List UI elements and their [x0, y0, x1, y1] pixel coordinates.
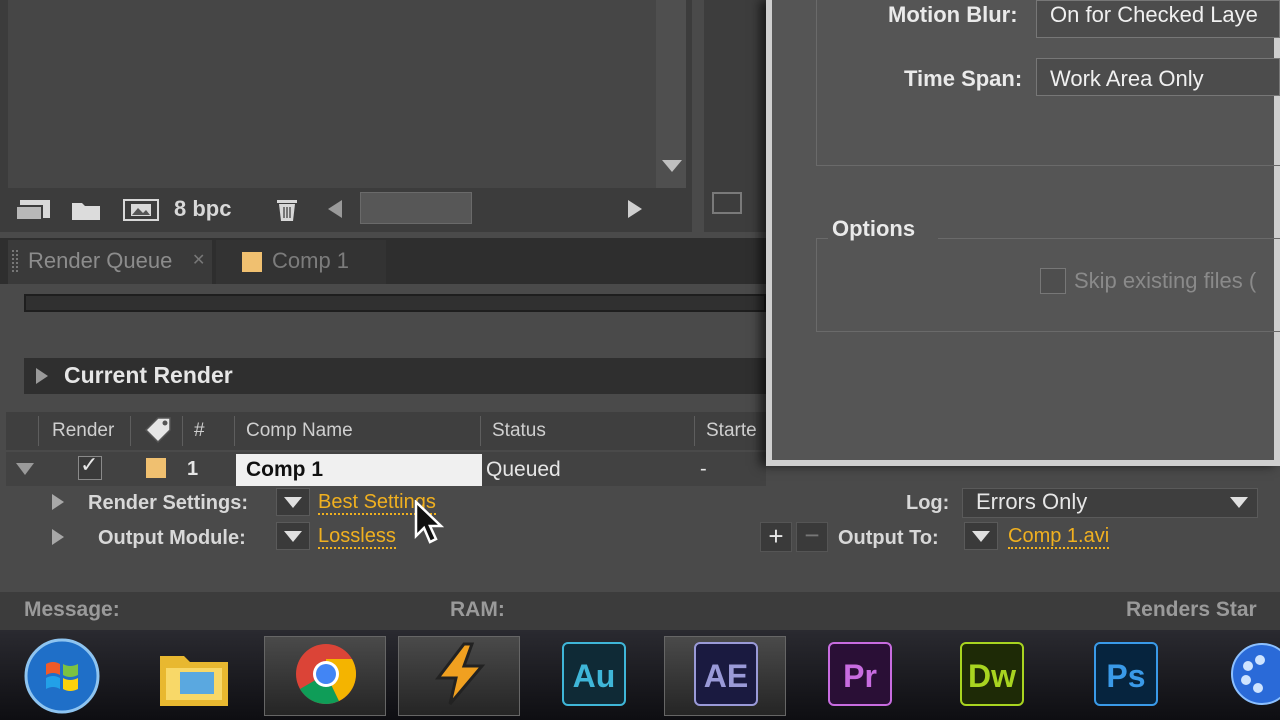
scroll-right-arrow-icon[interactable]	[628, 200, 642, 218]
render-settings-label: Render Settings:	[88, 492, 249, 514]
column-header-started[interactable]: Starte	[706, 420, 757, 442]
column-separator	[182, 416, 183, 446]
color-depth-label[interactable]: 8 bpc	[174, 196, 231, 222]
log-label: Log:	[906, 492, 950, 514]
scroll-left-arrow-icon[interactable]	[328, 200, 342, 218]
output-module-label: Output Module:	[98, 527, 246, 549]
log-dropdown-value[interactable]: Errors Only	[976, 489, 1087, 515]
chevron-down-icon	[972, 531, 990, 542]
comp-name-value[interactable]: Comp 1	[246, 458, 323, 482]
started-value: -	[700, 458, 707, 480]
output-to-link[interactable]: Comp 1.avi	[1008, 525, 1110, 549]
chevron-down-icon	[1230, 497, 1248, 508]
windows-start-orb-icon[interactable]	[20, 636, 104, 716]
column-separator	[694, 416, 695, 446]
media-player-icon[interactable]	[1226, 640, 1280, 710]
add-output-module-button[interactable]: +	[760, 522, 792, 552]
message-label: Message:	[24, 598, 120, 621]
remove-output-module-button[interactable]: −	[796, 522, 828, 552]
project-toolbar	[0, 188, 692, 232]
column-separator	[234, 416, 235, 446]
chevron-down-icon	[284, 497, 302, 508]
tab-comp-1-label[interactable]: Comp 1	[272, 248, 349, 274]
close-icon[interactable]: ✕	[192, 250, 205, 270]
options-group-title: Options	[832, 216, 916, 241]
time-span-label: Time Span:	[904, 66, 1023, 91]
label-tag-icon[interactable]	[142, 414, 176, 444]
output-to-label: Output To:	[838, 527, 939, 549]
motion-blur-label: Motion Blur:	[888, 2, 1018, 27]
expand-triangle-icon[interactable]	[52, 529, 64, 545]
horizontal-scrollbar-thumb[interactable]	[360, 192, 472, 224]
time-span-value[interactable]: Work Area Only	[1050, 66, 1204, 92]
adobe-premiere-icon[interactable]: Pr	[828, 642, 892, 706]
current-render-label: Current Render	[64, 362, 233, 388]
expand-triangle-icon[interactable]	[36, 368, 48, 384]
column-header-number[interactable]: #	[194, 420, 205, 442]
tab-render-queue-label[interactable]: Render Queue	[28, 248, 172, 274]
column-header-status[interactable]: Status	[492, 420, 546, 442]
skip-existing-files-label[interactable]: Skip existing files (	[1074, 268, 1256, 294]
project-items-list[interactable]	[8, 0, 686, 188]
column-separator	[38, 416, 39, 446]
column-header-comp-name[interactable]: Comp Name	[246, 420, 353, 442]
column-separator	[480, 416, 481, 446]
output-module-link[interactable]: Lossless	[318, 525, 396, 549]
chevron-down-icon	[284, 531, 302, 542]
adobe-after-effects-icon[interactable]: AE	[694, 642, 758, 706]
comp-label-color-swatch[interactable]	[146, 458, 166, 478]
row-number: 1	[187, 458, 199, 480]
collapse-triangle-icon[interactable]	[16, 463, 34, 475]
ram-label: RAM:	[450, 598, 505, 621]
new-folder-icon[interactable]	[70, 198, 102, 222]
adobe-audition-icon[interactable]: Au	[562, 642, 626, 706]
new-composition-icon[interactable]	[122, 198, 160, 222]
chrome-icon[interactable]	[292, 640, 360, 708]
panel-grip-icon[interactable]	[12, 250, 18, 272]
trash-icon[interactable]	[274, 198, 300, 222]
column-header-render[interactable]: Render	[52, 420, 114, 442]
checkmark-icon: ✓	[80, 452, 99, 477]
render-progress-bar	[24, 294, 766, 312]
comp-label-color-swatch	[242, 252, 262, 272]
expand-triangle-icon[interactable]	[52, 494, 64, 510]
windows-explorer-folder-icon[interactable]	[156, 644, 232, 710]
render-queue-table-header	[6, 412, 766, 450]
adobe-dreamweaver-icon[interactable]: Dw	[960, 642, 1024, 706]
status-value: Queued	[486, 458, 561, 481]
render-queue-status-bar	[0, 592, 1280, 630]
winamp-lightning-icon[interactable]	[426, 640, 494, 708]
skip-existing-files-checkbox[interactable]	[1040, 268, 1066, 294]
interpret-footage-icon[interactable]	[14, 198, 52, 222]
viewer-toggle-icon[interactable]	[712, 192, 742, 214]
adobe-photoshop-icon[interactable]: Ps	[1094, 642, 1158, 706]
mouse-pointer-icon	[414, 500, 444, 544]
motion-blur-value[interactable]: On for Checked Laye	[1050, 2, 1258, 28]
column-separator	[130, 416, 131, 446]
renders-started-label: Renders Star	[1126, 598, 1257, 621]
scroll-down-arrow-icon[interactable]	[662, 160, 682, 172]
